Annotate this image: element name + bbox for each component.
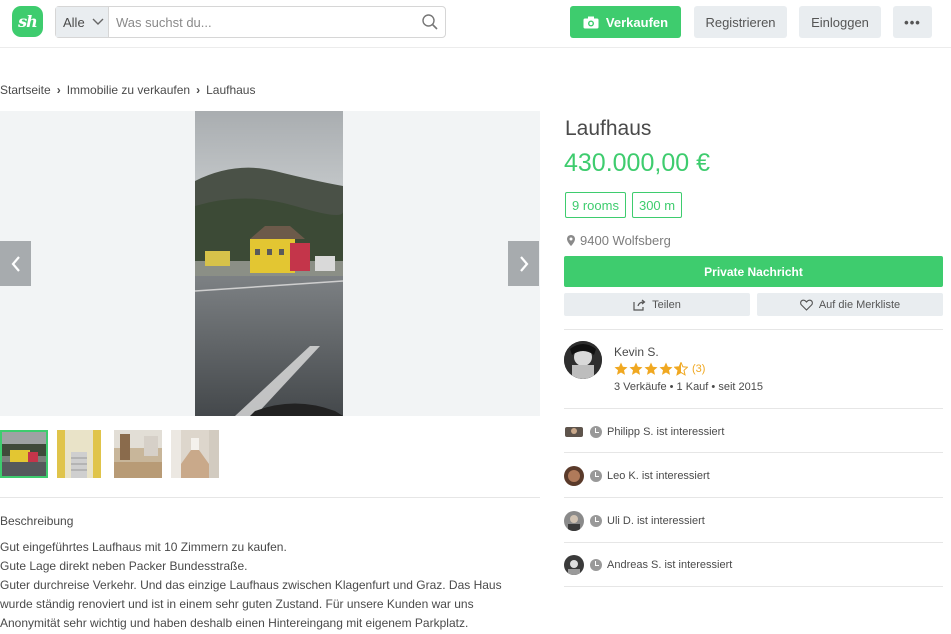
category-select-label: Alle: [63, 14, 85, 30]
watchlist-label: Auf die Merkliste: [818, 298, 901, 311]
listing-tags: 9 rooms 300 m: [565, 192, 683, 218]
location-text: 9400 Wolfsberg: [580, 233, 671, 248]
share-icon: [633, 299, 646, 311]
listing-location: 9400 Wolfsberg: [567, 233, 671, 248]
category-select[interactable]: Alle: [56, 7, 109, 37]
divider: [564, 452, 943, 453]
divider: [564, 497, 943, 498]
sell-button[interactable]: Verkaufen: [570, 6, 681, 38]
star-full-icon: [629, 362, 643, 375]
divider: [564, 408, 943, 409]
search-input[interactable]: [116, 7, 416, 37]
thumbnail[interactable]: [57, 430, 105, 478]
thumbnail[interactable]: [114, 430, 162, 478]
logo-text: sh: [18, 12, 38, 31]
clock-icon: [590, 559, 602, 571]
heart-icon: [799, 299, 813, 311]
description-line: wurde ständig renoviert und ist in einem…: [0, 597, 474, 611]
thumbnail[interactable]: [171, 430, 219, 478]
interested-text: Uli D. ist interessiert: [607, 515, 705, 527]
add-to-watchlist-button[interactable]: Auf die Merkliste: [757, 293, 943, 316]
interested-user-row: Philipp S. ist interessiert: [564, 422, 724, 442]
seller-rating: (3): [614, 362, 705, 376]
chevron-right-icon: [519, 255, 528, 272]
interested-text: Philipp S. ist interessiert: [607, 426, 725, 438]
shpock-logo[interactable]: sh: [12, 6, 43, 37]
description-line: Gut eingeführtes Laufhaus mit 10 Zimmern…: [0, 540, 287, 554]
avatar[interactable]: [564, 555, 584, 575]
listing-price: 430.000,00 €: [564, 149, 710, 177]
camera-icon: [583, 16, 599, 28]
divider: [564, 329, 943, 330]
more-menu-label: •••: [904, 14, 921, 30]
chevron-down-icon: [92, 18, 104, 25]
gallery-prev-button[interactable]: [0, 241, 31, 286]
register-button[interactable]: Registrieren: [694, 6, 787, 38]
interested-text: Leo K. ist interessiert: [607, 470, 710, 482]
description-line: Guter durchreise Verkehr. Und das einzig…: [0, 578, 502, 592]
main-photo[interactable]: [195, 111, 343, 416]
private-message-button[interactable]: Private Nachricht: [564, 256, 943, 287]
rating-count: (3): [692, 363, 706, 375]
image-gallery: [0, 111, 540, 416]
search-bar: Alle: [55, 6, 446, 38]
interested-user-row: Uli D. ist interessiert: [564, 511, 705, 531]
breadcrumb-category[interactable]: Immobilie zu verkaufen: [67, 83, 190, 97]
star-full-icon: [659, 362, 673, 375]
chevron-right-icon: ›: [56, 83, 61, 97]
divider: [564, 586, 943, 587]
listing-title: Laufhaus: [565, 117, 652, 140]
map-pin-icon: [567, 235, 575, 246]
thumbnail[interactable]: [0, 430, 48, 478]
breadcrumb: Startseite › Immobilie zu verkaufen › La…: [0, 83, 255, 97]
star-half-icon: [674, 362, 688, 376]
clock-icon: [590, 426, 602, 438]
sell-button-label: Verkaufen: [605, 14, 669, 30]
login-button[interactable]: Einloggen: [799, 6, 881, 38]
interested-user-row: Andreas S. ist interessiert: [564, 555, 732, 575]
seller-avatar[interactable]: [564, 341, 602, 379]
rooms-tag: 9 rooms: [565, 192, 626, 218]
section-divider: [0, 497, 540, 498]
avatar[interactable]: [564, 466, 584, 486]
description-line: Gute Lage direkt neben Packer Bundesstra…: [0, 559, 248, 573]
private-message-label: Private Nachricht: [704, 264, 803, 279]
clock-icon: [590, 470, 602, 482]
interested-user-row: Leo K. ist interessiert: [564, 466, 710, 486]
avatar[interactable]: [564, 511, 584, 531]
chevron-right-icon: ›: [196, 83, 201, 97]
description-heading: Beschreibung: [0, 514, 74, 528]
avatar[interactable]: [564, 422, 584, 442]
clock-icon: [590, 515, 602, 527]
divider: [564, 542, 943, 543]
area-tag: 300 m: [631, 192, 683, 218]
interested-text: Andreas S. ist interessiert: [607, 559, 733, 571]
chevron-left-icon: [11, 255, 20, 272]
search-icon[interactable]: [421, 13, 439, 31]
seller-stats: 3 Verkäufe • 1 Kauf • seit 2015: [614, 381, 763, 393]
description-text: Gut eingeführtes Laufhaus mit 10 Zimmern…: [0, 538, 540, 633]
gallery-next-button[interactable]: [508, 241, 539, 286]
star-full-icon: [644, 362, 658, 375]
thumbnail-strip: [0, 430, 219, 478]
top-header: sh Alle Verkaufen Registrieren Einloggen…: [0, 0, 951, 48]
share-button[interactable]: Teilen: [564, 293, 750, 316]
star-full-icon: [614, 362, 628, 375]
breadcrumb-home[interactable]: Startseite: [0, 83, 51, 97]
more-menu-button[interactable]: •••: [893, 6, 932, 38]
seller-name[interactable]: Kevin S.: [614, 345, 659, 359]
register-button-label: Registrieren: [705, 14, 776, 30]
description-line: Anonymität sehr wichtig und haben deshal…: [0, 616, 469, 630]
share-label: Teilen: [652, 298, 681, 311]
breadcrumb-current: Laufhaus: [206, 83, 256, 97]
login-button-label: Einloggen: [811, 14, 869, 30]
